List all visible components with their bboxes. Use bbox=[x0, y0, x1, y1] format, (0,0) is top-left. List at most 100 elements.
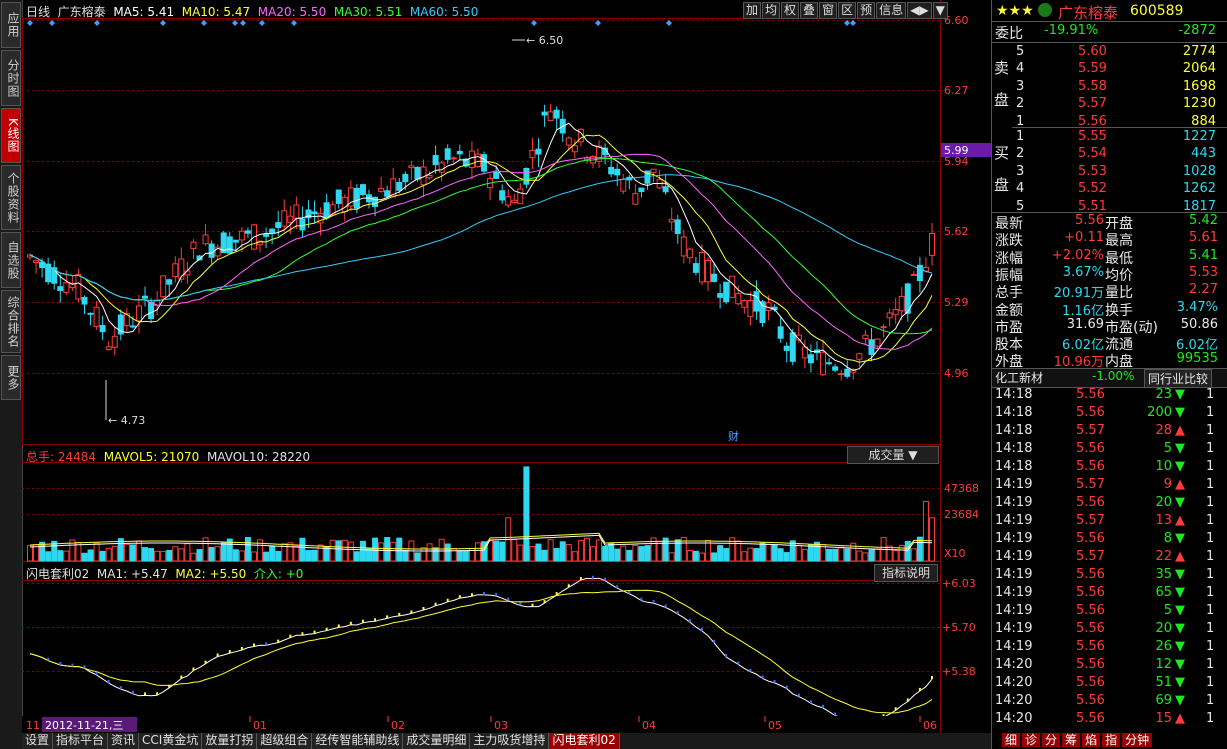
sector-name[interactable]: 化工新材 bbox=[995, 369, 1043, 386]
bottom-tab-5[interactable]: 超级组合 bbox=[257, 733, 313, 749]
sell-price[interactable]: 5.60 bbox=[1078, 44, 1107, 59]
nav-2[interactable]: K线图 bbox=[1, 108, 21, 163]
bottom-tab-3[interactable]: CCI黄金坑 bbox=[139, 733, 203, 749]
indicator-dot bbox=[519, 602, 522, 606]
volume-tick: 23684 bbox=[944, 508, 979, 521]
candle-body bbox=[717, 293, 724, 298]
buy-price[interactable]: 5.53 bbox=[1078, 164, 1107, 179]
volume-bar bbox=[426, 543, 433, 562]
bottom-tab-6[interactable]: 经传智能辅助线 bbox=[312, 733, 404, 749]
indicator-dot bbox=[688, 619, 691, 623]
indicator-dot bbox=[676, 611, 679, 615]
volume-bar bbox=[474, 542, 481, 562]
tool-5[interactable]: 区 bbox=[838, 2, 857, 19]
finance-marker[interactable]: 财 bbox=[728, 429, 739, 443]
nav-0[interactable]: 应用 bbox=[1, 2, 21, 48]
rating-stars: ★★★ bbox=[996, 3, 1034, 19]
volume-bar bbox=[571, 551, 578, 562]
candle-body bbox=[493, 171, 500, 179]
stat-value: 5.61 bbox=[1189, 230, 1218, 246]
volume-bar bbox=[432, 547, 439, 562]
sell-price[interactable]: 5.59 bbox=[1078, 61, 1107, 76]
quote-tab-3[interactable]: 筹 bbox=[1062, 733, 1081, 747]
tool-7[interactable]: 信息 bbox=[876, 2, 907, 19]
candle-body bbox=[378, 187, 385, 192]
indicator-help-button[interactable]: 指标说明 bbox=[874, 564, 938, 582]
tick-time: 14:20 bbox=[995, 711, 1033, 726]
tick-time: 14:18 bbox=[995, 387, 1033, 402]
indicator-dot bbox=[252, 643, 255, 647]
event-diamond-icon[interactable] bbox=[259, 20, 265, 26]
candle-body bbox=[680, 236, 687, 257]
bottom-tab-7[interactable]: 成交量明细 bbox=[403, 733, 471, 749]
tool-0[interactable]: 加 bbox=[743, 2, 762, 19]
event-diamond-icon[interactable] bbox=[94, 20, 100, 26]
indicator-dot bbox=[567, 584, 570, 588]
buy-price[interactable]: 5.55 bbox=[1078, 129, 1107, 144]
volume-bar bbox=[166, 549, 173, 562]
volume-bar bbox=[517, 544, 524, 562]
tick-count: 1 bbox=[1206, 675, 1215, 690]
nav-1[interactable]: 分时图 bbox=[1, 50, 21, 106]
tool-2[interactable]: 权 bbox=[781, 2, 800, 19]
event-diamond-icon[interactable] bbox=[240, 20, 246, 26]
indicator-dot bbox=[628, 590, 631, 594]
volume-bar bbox=[341, 539, 348, 562]
quote-tab-6[interactable]: 分钟 bbox=[1122, 733, 1153, 747]
nav-5[interactable]: 综合排名 bbox=[1, 290, 21, 353]
tool-4[interactable]: 窗 bbox=[819, 2, 838, 19]
volume-bar bbox=[638, 546, 645, 562]
bottom-tab-0[interactable]: 设置 bbox=[22, 733, 54, 749]
event-diamond-icon[interactable] bbox=[595, 20, 601, 26]
nav-4[interactable]: 自选股 bbox=[1, 232, 21, 288]
tool-8[interactable]: ◀▶ bbox=[907, 2, 932, 19]
volume-bar bbox=[81, 552, 88, 562]
event-diamond-icon[interactable] bbox=[49, 20, 55, 26]
quote-tab-2[interactable]: 分 bbox=[1042, 733, 1061, 747]
volume-bar bbox=[269, 545, 276, 562]
stat-value: 5.53 bbox=[1189, 264, 1218, 280]
tool-1[interactable]: 均 bbox=[762, 2, 781, 19]
compare-button[interactable]: 同行业比较 bbox=[1144, 369, 1212, 388]
tick-count: 1 bbox=[1206, 549, 1215, 564]
kline-chart[interactable]: 6.606.275.945.625.294.965.994736823684X1… bbox=[22, 0, 991, 733]
tool-3[interactable]: 叠 bbox=[800, 2, 819, 19]
volume-selector[interactable]: 成交量 ▼ bbox=[847, 446, 939, 464]
event-diamond-icon[interactable] bbox=[201, 20, 207, 26]
candle-body bbox=[662, 186, 669, 193]
candle-body bbox=[898, 295, 905, 312]
quote-tab-1[interactable]: 诊 bbox=[1022, 733, 1041, 747]
event-diamond-icon[interactable] bbox=[844, 20, 850, 26]
sell-price[interactable]: 5.57 bbox=[1078, 96, 1107, 111]
tool-6[interactable]: 预 bbox=[857, 2, 876, 19]
stock-name: 广东榕泰 bbox=[1058, 4, 1119, 22]
event-diamond-icon[interactable] bbox=[666, 20, 672, 26]
bottom-tab-9[interactable]: 闪电套利02 bbox=[549, 733, 620, 749]
sell-price[interactable]: 5.58 bbox=[1078, 79, 1107, 94]
quote-tab-5[interactable]: 指 bbox=[1102, 733, 1121, 747]
event-diamond-icon[interactable] bbox=[531, 20, 537, 26]
tool-9[interactable]: ▼ bbox=[932, 2, 948, 19]
nav-6[interactable]: 更多 bbox=[1, 355, 21, 400]
volume-bar bbox=[723, 548, 730, 562]
bottom-tab-4[interactable]: 放量打拐 bbox=[202, 733, 258, 749]
left-nav: 应用 分时图 K线图 个股资料 自选股 综合排名 更多 bbox=[0, 0, 23, 749]
nav-3[interactable]: 个股资料 bbox=[1, 165, 21, 230]
volume-bar bbox=[608, 542, 615, 562]
buy-price[interactable]: 5.54 bbox=[1078, 146, 1107, 161]
bottom-tab-8[interactable]: 主力吸货增持 bbox=[470, 733, 550, 749]
bottom-tab-2[interactable]: 资讯 bbox=[108, 733, 140, 749]
stat-value: 5.56 bbox=[1075, 213, 1104, 228]
quote-tab-4[interactable]: 焰 bbox=[1082, 733, 1101, 747]
bottom-tab-1[interactable]: 指标平台 bbox=[53, 733, 109, 749]
candle-body bbox=[450, 157, 457, 160]
arrow-down-icon: ▼ bbox=[1175, 621, 1185, 636]
event-diamond-icon[interactable] bbox=[850, 20, 856, 26]
buy-price[interactable]: 5.52 bbox=[1078, 181, 1107, 196]
event-diamond-icon[interactable] bbox=[291, 20, 297, 26]
indicator-dot bbox=[313, 630, 316, 634]
indicator-dot bbox=[725, 654, 728, 658]
event-diamond-icon[interactable] bbox=[160, 20, 166, 26]
candle-body bbox=[269, 228, 276, 233]
quote-tab-0[interactable]: 细 bbox=[1002, 733, 1021, 747]
